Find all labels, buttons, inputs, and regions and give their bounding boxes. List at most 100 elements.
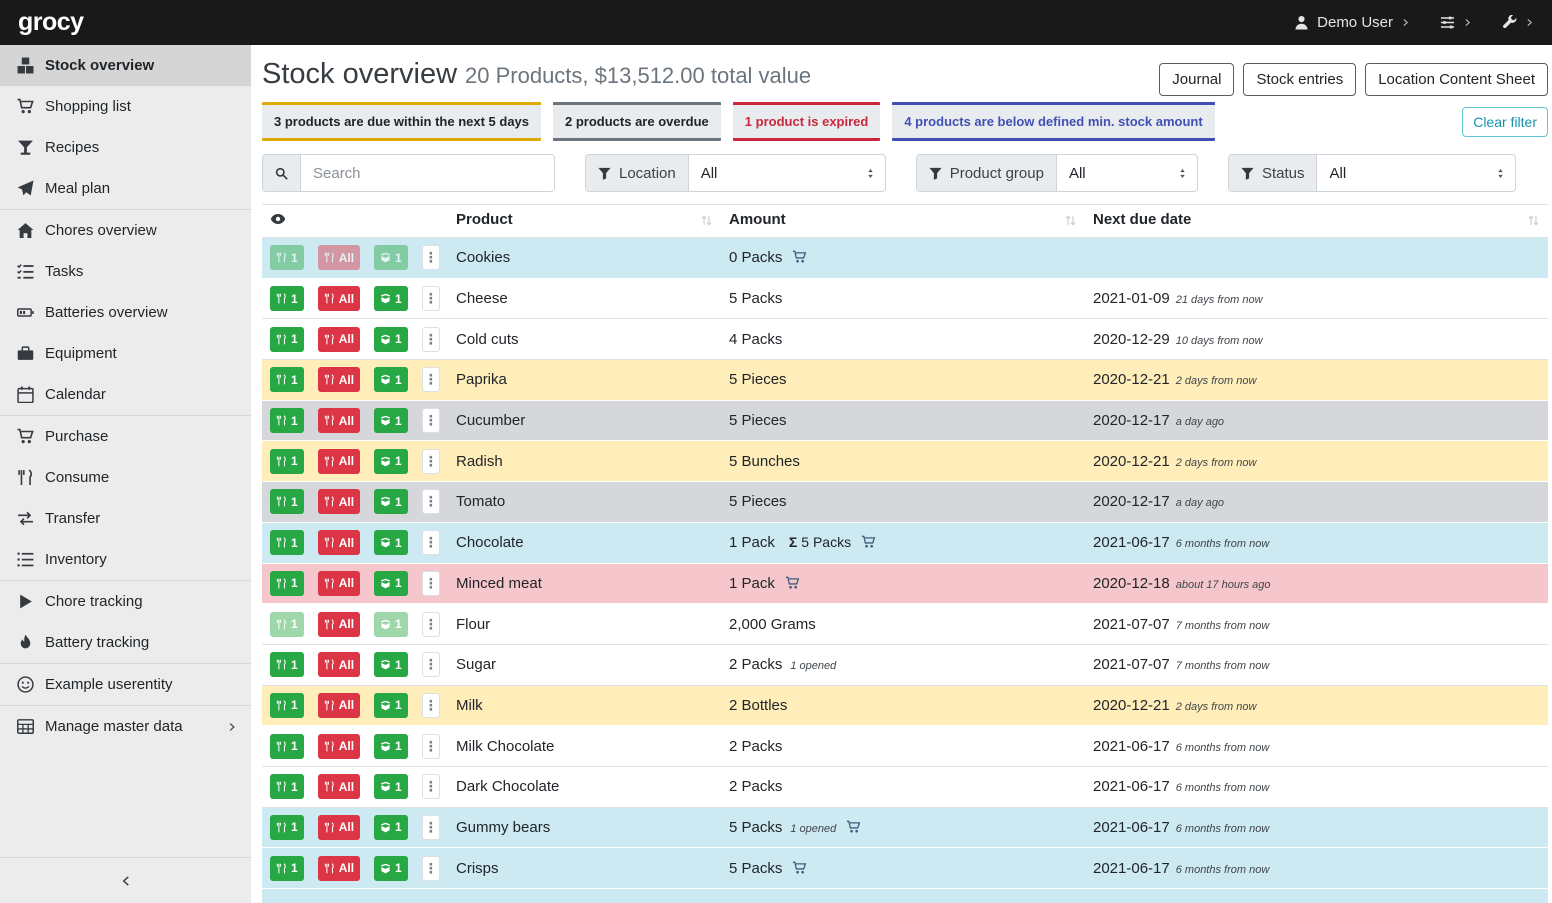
open-one-button[interactable]: 1	[374, 327, 408, 352]
open-one-button[interactable]: 1	[374, 612, 408, 637]
open-one-button[interactable]: 1	[374, 856, 408, 881]
row-menu-button[interactable]: ⋮	[422, 856, 440, 881]
consume-all-button[interactable]: All	[318, 571, 360, 596]
open-one-button[interactable]: 1	[374, 652, 408, 677]
row-menu-button[interactable]: ⋮	[422, 734, 440, 759]
shopping-cart-icon[interactable]	[846, 820, 861, 834]
consume-all-button[interactable]: All	[318, 530, 360, 555]
consume-one-button[interactable]: 1	[270, 286, 304, 311]
settings-menu[interactable]	[1440, 15, 1472, 30]
open-one-button[interactable]: 1	[374, 815, 408, 840]
consume-one-button[interactable]: 1	[270, 489, 304, 514]
consume-all-button[interactable]: All	[318, 489, 360, 514]
shopping-cart-icon[interactable]	[785, 576, 800, 590]
consume-one-button[interactable]: 1	[270, 815, 304, 840]
sidebar-item-transfer[interactable]: Transfer	[0, 498, 251, 539]
consume-one-button[interactable]: 1	[270, 612, 304, 637]
location-content-sheet-button[interactable]: Location Content Sheet	[1365, 63, 1548, 96]
consume-all-button[interactable]: All	[318, 612, 360, 637]
open-one-button[interactable]: 1	[374, 449, 408, 474]
sidebar-item-chores-overview[interactable]: Chores overview	[0, 210, 251, 251]
app-logo[interactable]: grocy	[18, 8, 84, 37]
column-header-amount[interactable]: Amount	[721, 204, 1085, 238]
banner-overdue[interactable]: 2 products are overdue	[553, 102, 721, 141]
sidebar-item-example-userentity[interactable]: Example userentity	[0, 664, 251, 705]
consume-one-button[interactable]: 1	[270, 367, 304, 392]
open-one-button[interactable]: 1	[374, 693, 408, 718]
shopping-cart-icon[interactable]	[861, 535, 876, 549]
row-menu-button[interactable]: ⋮	[422, 408, 440, 433]
row-menu-button[interactable]: ⋮	[422, 815, 440, 840]
sidebar-item-shopping-list[interactable]: Shopping list	[0, 86, 251, 127]
consume-all-button[interactable]: All	[318, 245, 360, 270]
admin-menu[interactable]	[1502, 15, 1534, 30]
consume-all-button[interactable]: All	[318, 652, 360, 677]
sidebar-item-batteries-overview[interactable]: Batteries overview	[0, 292, 251, 333]
status-select[interactable]: All	[1317, 155, 1515, 191]
open-one-button[interactable]: 1	[374, 734, 408, 759]
banner-due-soon[interactable]: 3 products are due within the next 5 day…	[262, 102, 541, 141]
sidebar-item-stock-overview[interactable]: Stock overview	[0, 45, 251, 86]
consume-all-button[interactable]: All	[318, 774, 360, 799]
sidebar-item-consume[interactable]: Consume	[0, 457, 251, 498]
sidebar-collapse-button[interactable]	[0, 857, 251, 903]
shopping-cart-icon[interactable]	[792, 250, 807, 264]
stock-entries-button[interactable]: Stock entries	[1243, 63, 1356, 96]
column-header-next-due-date[interactable]: Next due date	[1085, 204, 1548, 238]
consume-one-button[interactable]: 1	[270, 245, 304, 270]
consume-all-button[interactable]: All	[318, 327, 360, 352]
clear-filter-button[interactable]: Clear filter	[1462, 107, 1548, 137]
row-menu-button[interactable]: ⋮	[422, 367, 440, 392]
consume-one-button[interactable]: 1	[270, 408, 304, 433]
eye-icon[interactable]	[270, 211, 286, 227]
open-one-button[interactable]: 1	[374, 489, 408, 514]
sidebar-item-purchase[interactable]: Purchase	[0, 416, 251, 457]
row-menu-button[interactable]: ⋮	[422, 652, 440, 677]
banner-expired[interactable]: 1 product is expired	[733, 102, 881, 141]
consume-all-button[interactable]: All	[318, 856, 360, 881]
sidebar-item-battery-tracking[interactable]: Battery tracking	[0, 622, 251, 663]
consume-all-button[interactable]: All	[318, 449, 360, 474]
consume-one-button[interactable]: 1	[270, 734, 304, 759]
row-menu-button[interactable]: ⋮	[422, 693, 440, 718]
sidebar-item-inventory[interactable]: Inventory	[0, 539, 251, 580]
row-menu-button[interactable]: ⋮	[422, 571, 440, 596]
shopping-cart-icon[interactable]	[792, 861, 807, 875]
row-menu-button[interactable]: ⋮	[422, 774, 440, 799]
open-one-button[interactable]: 1	[374, 408, 408, 433]
consume-one-button[interactable]: 1	[270, 774, 304, 799]
consume-one-button[interactable]: 1	[270, 530, 304, 555]
sidebar-item-recipes[interactable]: Recipes	[0, 127, 251, 168]
sidebar-item-equipment[interactable]: Equipment	[0, 333, 251, 374]
search-input[interactable]	[301, 155, 554, 191]
user-menu[interactable]: Demo User	[1294, 14, 1410, 31]
open-one-button[interactable]: 1	[374, 571, 408, 596]
consume-one-button[interactable]: 1	[270, 571, 304, 596]
sidebar-item-chore-tracking[interactable]: Chore tracking	[0, 581, 251, 622]
consume-one-button[interactable]: 1	[270, 449, 304, 474]
row-menu-button[interactable]: ⋮	[422, 245, 440, 270]
sidebar-item-calendar[interactable]: Calendar	[0, 374, 251, 415]
consume-all-button[interactable]: All	[318, 693, 360, 718]
consume-all-button[interactable]: All	[318, 734, 360, 759]
row-menu-button[interactable]: ⋮	[422, 327, 440, 352]
consume-all-button[interactable]: All	[318, 815, 360, 840]
journal-button[interactable]: Journal	[1159, 63, 1234, 96]
consume-all-button[interactable]: All	[318, 286, 360, 311]
sidebar-item-manage-master-data[interactable]: Manage master data	[0, 706, 251, 747]
location-select[interactable]: All	[689, 155, 885, 191]
row-menu-button[interactable]: ⋮	[422, 449, 440, 474]
consume-one-button[interactable]: 1	[270, 652, 304, 677]
row-menu-button[interactable]: ⋮	[422, 612, 440, 637]
banner-below-min-stock[interactable]: 4 products are below defined min. stock …	[892, 102, 1214, 141]
consume-one-button[interactable]: 1	[270, 856, 304, 881]
sidebar-item-meal-plan[interactable]: Meal plan	[0, 168, 251, 209]
product-group-select[interactable]: All	[1057, 155, 1197, 191]
consume-all-button[interactable]: All	[318, 367, 360, 392]
column-header-product[interactable]: Product	[448, 204, 721, 238]
row-menu-button[interactable]: ⋮	[422, 530, 440, 555]
consume-all-button[interactable]: All	[318, 408, 360, 433]
open-one-button[interactable]: 1	[374, 367, 408, 392]
row-menu-button[interactable]: ⋮	[422, 489, 440, 514]
open-one-button[interactable]: 1	[374, 286, 408, 311]
